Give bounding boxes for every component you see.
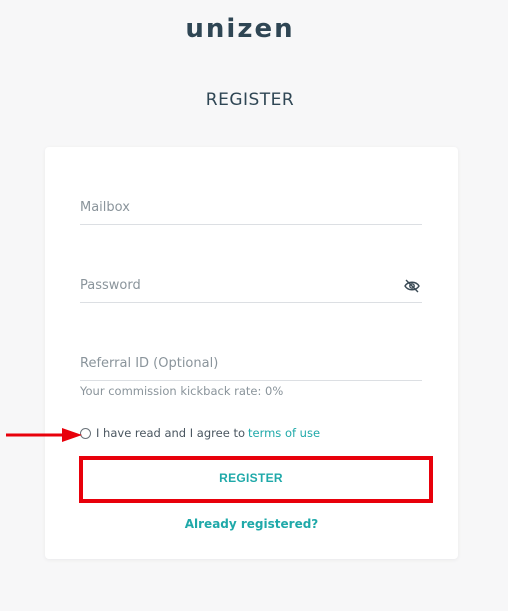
agree-text: I have read and I agree to [96, 426, 245, 440]
password-field[interactable]: Password [80, 270, 426, 304]
terms-agreement: I have read and I agree to terms of use [80, 426, 320, 440]
mailbox-input[interactable] [80, 192, 426, 226]
page-title: REGISTER [205, 90, 295, 110]
register-highlight-box [79, 456, 433, 503]
red-arrow-annotation [6, 428, 82, 442]
referral-input[interactable] [80, 348, 426, 382]
referral-field[interactable]: Referral ID (Optional) [80, 348, 426, 382]
commission-hint: Your commission kickback rate: 0% [80, 384, 284, 398]
eye-slash-icon[interactable] [404, 278, 420, 293]
terms-of-use-link[interactable]: terms of use [248, 426, 320, 440]
already-registered-link[interactable]: Already registered? [45, 517, 458, 531]
password-input[interactable] [80, 270, 426, 304]
unizen-logo: unizen [185, 14, 295, 44]
mailbox-field[interactable]: Mailbox [80, 192, 426, 226]
